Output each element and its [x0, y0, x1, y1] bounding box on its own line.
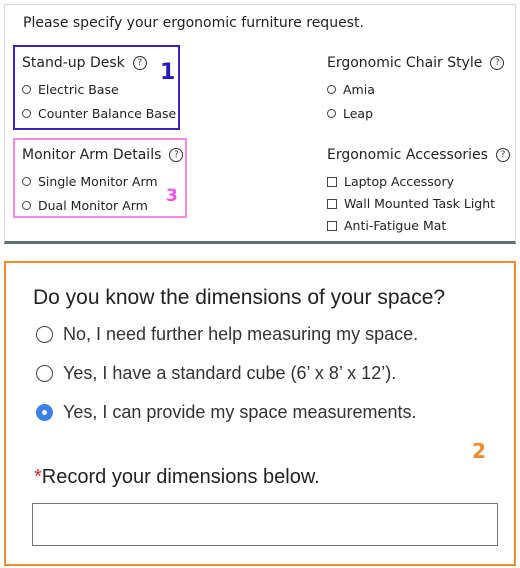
- dimension-option-no[interactable]: No, I need further help measuring my spa…: [36, 324, 418, 345]
- dimensions-panel: Do you know the dimensions of your space…: [4, 261, 516, 566]
- annotation-number-3: 3: [166, 186, 178, 206]
- radio-icon[interactable]: [327, 85, 336, 94]
- record-dimensions-text: Record your dimensions below.: [41, 466, 320, 488]
- option-amia[interactable]: Amia: [327, 82, 375, 97]
- dimension-option-standard-cube[interactable]: Yes, I have a standard cube (6’ x 8’ x 1…: [36, 363, 396, 384]
- option-wall-mounted-task-light[interactable]: Wall Mounted Task Light: [327, 196, 495, 211]
- accessories-group-title: Ergonomic Accessories ?: [327, 147, 510, 163]
- option-label: No, I need further help measuring my spa…: [63, 324, 419, 344]
- dimensions-question: Do you know the dimensions of your space…: [33, 286, 446, 309]
- option-label: Anti-Fatigue Mat: [344, 218, 447, 233]
- option-label: Leap: [343, 106, 374, 121]
- checkbox-icon[interactable]: [327, 220, 337, 231]
- annotation-box-1: [13, 45, 180, 130]
- chair-style-label: Ergonomic Chair Style: [327, 55, 483, 71]
- radio-selected-icon[interactable]: [36, 404, 53, 421]
- option-label: Laptop Accessory: [344, 174, 454, 189]
- record-dimensions-label: *Record your dimensions below.: [34, 466, 320, 489]
- option-anti-fatigue-mat[interactable]: Anti-Fatigue Mat: [327, 218, 446, 233]
- dimension-option-provide-measurements[interactable]: Yes, I can provide my space measurements…: [36, 402, 417, 423]
- radio-icon[interactable]: [327, 109, 336, 118]
- checkbox-icon[interactable]: [327, 176, 337, 187]
- help-icon[interactable]: ?: [490, 56, 505, 70]
- help-icon[interactable]: ?: [495, 148, 510, 162]
- radio-icon[interactable]: [36, 365, 53, 382]
- option-label: Wall Mounted Task Light: [344, 196, 496, 211]
- radio-icon[interactable]: [36, 326, 53, 343]
- checkbox-icon[interactable]: [327, 198, 337, 209]
- annotation-box-3: [13, 138, 187, 218]
- annotation-number-1: 1: [160, 60, 176, 85]
- option-label: Amia: [343, 82, 375, 97]
- option-label: Yes, I can provide my space measurements…: [63, 402, 417, 422]
- option-label: Yes, I have a standard cube (6’ x 8’ x 1…: [63, 363, 397, 383]
- accessories-label: Ergonomic Accessories: [327, 147, 488, 163]
- option-laptop-accessory[interactable]: Laptop Accessory: [327, 174, 454, 189]
- required-marker: *: [34, 466, 42, 488]
- option-leap[interactable]: Leap: [327, 106, 373, 121]
- dimensions-input[interactable]: [32, 503, 498, 546]
- annotation-number-2: 2: [472, 439, 486, 463]
- chair-style-group-title: Ergonomic Chair Style ?: [327, 55, 505, 71]
- form-title: Please specify your ergonomic furniture …: [23, 15, 364, 31]
